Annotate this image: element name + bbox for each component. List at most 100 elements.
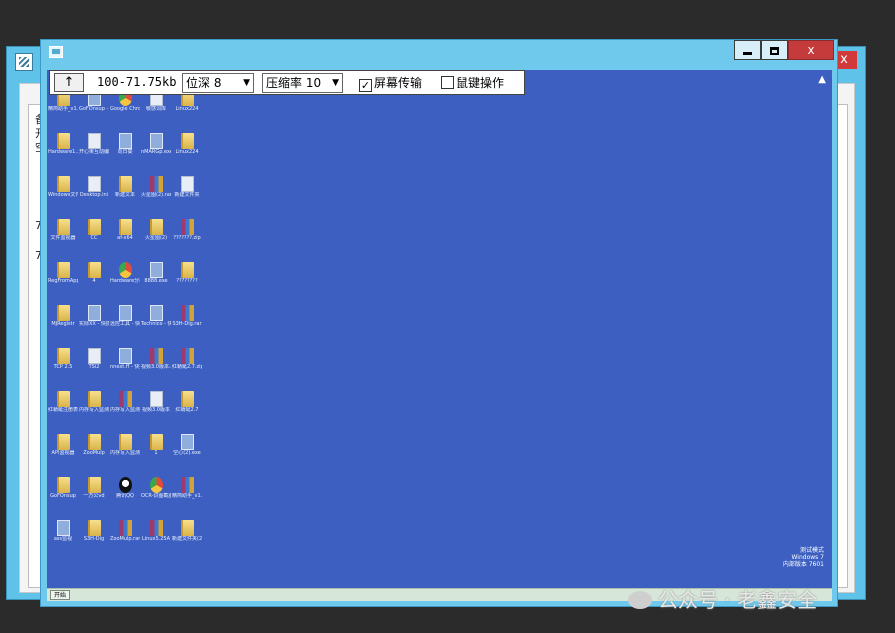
desktop-icon[interactable]: S3H-Dig.rar: [172, 305, 202, 345]
desktop-icon[interactable]: CC: [79, 219, 109, 259]
desktop-icon[interactable]: ZooMulp.rar: [110, 520, 140, 560]
desktop-icon-label: 视频3.0版本: [142, 407, 170, 413]
up-button[interactable]: ↑: [54, 73, 84, 92]
exe-icon: [118, 305, 132, 321]
desktop-icon[interactable]: Hardware1..: [48, 133, 78, 173]
remote-screen-window: x ▲ 精简助手_v1.87GoFOnsup - 快捷方式Google Chro…: [40, 39, 838, 607]
desktop-icon[interactable]: Technico - 快捷方式: [141, 305, 171, 345]
desktop-icon[interactable]: 视频3.0版本.zip: [141, 348, 171, 388]
folder-icon: [56, 391, 70, 407]
wechat-icon: [628, 591, 652, 609]
color-depth-select[interactable]: 位深 8 ▼: [182, 73, 254, 93]
desktop-icon[interactable]: API监视器: [48, 434, 78, 474]
desktop-icon[interactable]: Desktop.ini: [79, 176, 109, 216]
desktop-icon[interactable]: 空心(2).exe: [172, 434, 202, 474]
desktop-icon[interactable]: 火星图(2).rar: [141, 176, 171, 216]
desktop-icon[interactable]: TSi2: [79, 348, 109, 388]
desktop-icon[interactable]: 远控工具 - 快捷方式: [110, 305, 140, 345]
compression-value: 压缩率 10: [266, 76, 322, 90]
desktop-icon[interactable]: 精简助手_v1.87.zip: [172, 477, 202, 517]
folder-icon: [149, 219, 163, 235]
exe-icon: [180, 434, 194, 450]
desktop-icon-label: 空心(2).exe: [173, 450, 201, 456]
desktop-icon[interactable]: 内存写入监测器(2): [79, 391, 109, 431]
desktop-icon[interactable]: 精简助手_v1.87: [48, 90, 78, 130]
desktop-icon-label: 内存写入监测器 v2.0.rar: [110, 407, 140, 413]
desktop-icon[interactable]: Windows文件监视器 v1.0: [48, 176, 78, 216]
desktop-icon-label: nMARGp.exe - 快捷方式: [141, 149, 171, 155]
desktop-icon[interactable]: 一万公vd: [79, 477, 109, 517]
checkbox-icon: [441, 76, 454, 89]
folder-icon: [180, 520, 194, 536]
desktop-icon[interactable]: Linux224: [172, 133, 202, 173]
desktop-icon[interactable]: Linux5.25A: [141, 520, 171, 560]
close-button[interactable]: x: [788, 40, 834, 60]
desktop-icon[interactable]: 开心果互动编辑: [79, 133, 109, 173]
minimize-icon: [743, 52, 752, 55]
desktop-icon[interactable]: 1: [141, 434, 171, 474]
desktop-icon[interactable]: ZooMulp: [79, 434, 109, 474]
desktop-icon[interactable]: 4: [79, 262, 109, 302]
brand-text: 公众号 · 老鑫安全: [658, 588, 818, 612]
folder-icon: [87, 477, 101, 493]
desktop-icon[interactable]: nMARGp.exe - 快捷方式: [141, 133, 171, 173]
desktop-icon[interactable]: 内存写入监测器 v2.0: [110, 434, 140, 474]
desktop-icon-label: Google Chrome: [110, 106, 140, 112]
start-button[interactable]: 开始: [50, 590, 71, 600]
exe-icon: [149, 305, 163, 321]
desktop-icon[interactable]: 腾讯QQ: [110, 477, 140, 517]
desktop-icon-label: Linux5.25A: [141, 536, 171, 542]
desktop-icon[interactable]: OCR-识图截图等: [141, 477, 171, 517]
desktop-icon[interactable]: S3H-Dig: [79, 520, 109, 560]
desktop-icon[interactable]: 红蜻蜓2.7: [172, 391, 202, 431]
desktop-icon[interactable]: 视频3.0版本: [141, 391, 171, 431]
desktop-icon[interactable]: 火星图(2): [141, 219, 171, 259]
desktop-icon[interactable]: 新建文本: [110, 176, 140, 216]
title-bar[interactable]: x: [41, 40, 837, 66]
minimize-button[interactable]: [734, 40, 761, 60]
remote-desktop-view[interactable]: ▲ 精简助手_v1.87GoFOnsup - 快捷方式Google Chrome…: [47, 70, 832, 588]
desktop-icon[interactable]: nnext.ff - 快捷方式: [110, 348, 140, 388]
input-control-checkbox[interactable]: 鼠键操作: [441, 75, 504, 91]
desktop-icon[interactable]: ass监视: [48, 520, 78, 560]
desktop-icon[interactable]: RegFromApp v1.33: [48, 262, 78, 302]
rar-icon: [118, 520, 132, 536]
remote-toolbar: ↑ 100-71.75kb 位深 8 ▼ 压缩率 10 ▼ ✓ 屏幕传输 鼠键操作: [49, 70, 525, 95]
file-icon: [87, 133, 101, 149]
desktop-icon[interactable]: 新建文件夹: [172, 176, 202, 216]
desktop-icon[interactable]: MJRegistr: [48, 305, 78, 345]
desktop-icon[interactable]: 向日葵: [110, 133, 140, 173]
folder-icon: [180, 391, 194, 407]
desktop-icon[interactable]: 内存写入监测器 v2.0.rar: [110, 391, 140, 431]
desktop-icon[interactable]: 8888.exe: [141, 262, 171, 302]
desktop-icon[interactable]: Google Chrome: [110, 90, 140, 130]
desktop-icon[interactable]: Linux224: [172, 90, 202, 130]
desktop-icon[interactable]: 实际XX - 快捷方式: [79, 305, 109, 345]
folder-icon: [87, 391, 101, 407]
desktop-icon-label: Technico - 快捷方式: [141, 321, 171, 327]
desktop-icon[interactable]: 文件监视器: [48, 219, 78, 259]
desktop-icon[interactable]: 敏感词库: [141, 90, 171, 130]
folder-icon: [56, 348, 70, 364]
desktop-icon[interactable]: TCP 2.5: [48, 348, 78, 388]
desktop-icon[interactable]: af-x64: [110, 219, 140, 259]
desktop-icon-label: 红蜻蜓注册表监视工具(...: [48, 407, 78, 413]
desktop-icon[interactable]: GoFOnsup: [48, 477, 78, 517]
folder-icon: [87, 219, 101, 235]
folder-icon: [56, 219, 70, 235]
desktop-icon[interactable]: 红蜻蜓注册表监视工具(...: [48, 391, 78, 431]
desktop-icon[interactable]: ????????: [172, 262, 202, 302]
desktop-icon[interactable]: 新建文件夹(2): [172, 520, 202, 560]
screen-transfer-checkbox[interactable]: ✓ 屏幕传输: [359, 75, 422, 92]
folder-icon: [180, 133, 194, 149]
maximize-button[interactable]: [761, 40, 788, 60]
folder-icon: [118, 434, 132, 450]
desktop-icon-label: 新建文本: [114, 192, 135, 198]
desktop-icon[interactable]: Hardware分析工: [110, 262, 140, 302]
desktop-icon[interactable]: ???????.zip: [172, 219, 202, 259]
chevron-down-icon: ▼: [243, 78, 250, 88]
compression-select[interactable]: 压缩率 10 ▼: [262, 73, 343, 93]
desktop-icon[interactable]: 红蜻蜓2.7.zip: [172, 348, 202, 388]
rar-icon: [180, 348, 194, 364]
desktop-icon[interactable]: GoFOnsup - 快捷方式: [79, 90, 109, 130]
